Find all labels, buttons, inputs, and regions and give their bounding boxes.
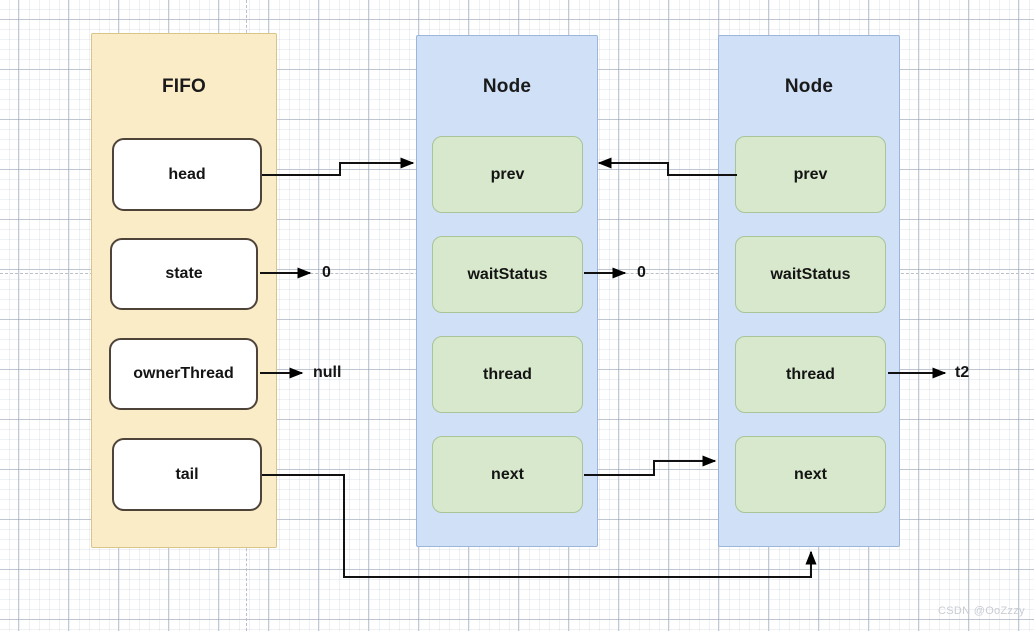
field-node1-thread[interactable]: thread bbox=[432, 336, 583, 413]
field-tail-label: tail bbox=[175, 465, 199, 483]
field-node1-thread-label: thread bbox=[483, 365, 532, 383]
field-node2-waitstatus-label: waitStatus bbox=[770, 265, 851, 283]
field-node1-waitstatus[interactable]: waitStatus bbox=[432, 236, 583, 313]
field-node2-thread-label: thread bbox=[786, 365, 835, 383]
field-node2-next-label: next bbox=[794, 465, 827, 483]
field-node2-prev[interactable]: prev bbox=[735, 136, 886, 213]
field-ownerthread-label: ownerThread bbox=[133, 365, 234, 382]
field-node1-next-label: next bbox=[491, 465, 524, 483]
field-head[interactable]: head bbox=[112, 138, 262, 211]
field-node2-prev-label: prev bbox=[793, 165, 828, 183]
container-node-2-title: Node bbox=[784, 76, 834, 97]
container-fifo-title: FIFO bbox=[161, 76, 207, 97]
value-state: 0 bbox=[322, 264, 331, 281]
field-node1-waitstatus-label: waitStatus bbox=[467, 265, 548, 283]
diagram-canvas: FIFO head state ownerThread tail Node pr… bbox=[0, 0, 1034, 631]
field-tail[interactable]: tail bbox=[112, 438, 262, 511]
value-thread-node2: t2 bbox=[955, 364, 970, 381]
edge-node2-prev-to-node1 bbox=[597, 157, 737, 176]
field-node1-prev-label: prev bbox=[490, 165, 525, 183]
value-ownerthread: null bbox=[313, 364, 342, 381]
field-state[interactable]: state bbox=[110, 238, 258, 310]
field-node1-next[interactable]: next bbox=[432, 436, 583, 513]
field-ownerthread[interactable]: ownerThread bbox=[109, 338, 258, 410]
edge-head-to-node1 bbox=[262, 157, 415, 176]
value-waitstatus-node1: 0 bbox=[637, 264, 646, 281]
field-node2-waitstatus[interactable]: waitStatus bbox=[735, 236, 886, 313]
field-node1-prev[interactable]: prev bbox=[432, 136, 583, 213]
field-node2-thread[interactable]: thread bbox=[735, 336, 886, 413]
field-head-label: head bbox=[168, 165, 206, 183]
field-state-label: state bbox=[165, 265, 203, 282]
container-node-1-title: Node bbox=[482, 76, 532, 97]
field-node2-next[interactable]: next bbox=[735, 436, 886, 513]
watermark: CSDN @OoZzzy bbox=[938, 605, 1025, 617]
edge-node1-next-to-node2 bbox=[584, 455, 717, 476]
